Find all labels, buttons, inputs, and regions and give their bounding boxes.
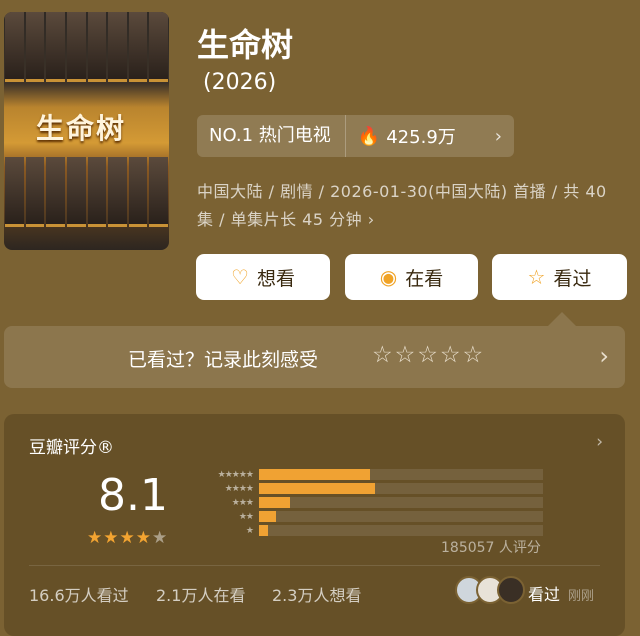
friend-avatars[interactable] — [455, 576, 525, 604]
chevron-right-icon: › — [599, 342, 609, 370]
want-count[interactable]: 2.3万人想看 — [272, 582, 361, 606]
heat-value: 425.9万 — [386, 127, 456, 148]
show-meta-text: 中国大陆 / 剧情 / 2026-01-30(中国大陆) 首播 / 共 40 集… — [197, 182, 607, 229]
rating-bar-label: ★★ — [238, 511, 254, 522]
rating-bar-row: ★★ — [191, 510, 543, 523]
heart-plus-icon: ♡ — [231, 265, 249, 289]
rating-bar-track — [259, 511, 543, 522]
show-title: 生命树 — [197, 26, 294, 64]
chevron-right-icon: › — [596, 432, 603, 452]
poster-title: 生命树 — [36, 112, 127, 145]
rating-bar-label: ★★★★ — [224, 483, 254, 494]
want-label: 想看 — [256, 267, 295, 290]
rating-bar-row: ★★★ — [191, 496, 543, 509]
star-empty-icon: ★ — [152, 528, 169, 548]
rating-bar-track — [259, 525, 543, 536]
divider — [29, 565, 600, 566]
rating-bar-label: ★★★ — [231, 497, 254, 508]
rate-prompt-text: 已看过？记录此刻感受 — [128, 349, 319, 371]
watching-count[interactable]: 2.1万人在看 — [156, 582, 245, 606]
rating-bar-row: ★★★★★ — [191, 468, 543, 481]
rating-bar-label: ★★★★★ — [217, 469, 254, 480]
rating-bar-track — [259, 497, 543, 508]
star-filled-icon: ★ — [135, 528, 152, 548]
chevron-right-icon: › — [494, 125, 502, 147]
star-outline-icon: ☆ — [527, 265, 546, 289]
rating-bar-row: ★ — [191, 524, 543, 537]
rating-bar-label: ★ — [245, 525, 254, 536]
rating-bar-fill — [259, 511, 277, 522]
watched-label: 看过 — [553, 267, 592, 290]
friends-time: 刚刚 — [568, 589, 595, 604]
poster-cast-bottom — [4, 157, 169, 227]
heat-indicator: 🔥 425.9万 — [346, 123, 456, 149]
show-year: (2026) — [203, 70, 277, 95]
rank-label: NO.1 热门电视 — [197, 115, 346, 157]
rating-panel[interactable]: 豆瓣评分® › 8.1 ★★★★★ ★★★★★ ★★★★ ★★★ ★★ ★ 185057… — [4, 414, 625, 636]
rating-bar-fill — [259, 483, 376, 494]
avatar — [497, 576, 525, 604]
ranking-banner[interactable]: NO.1 热门电视 🔥 425.9万 › — [197, 115, 514, 157]
rating-bar-track — [259, 483, 543, 494]
rating-panel-title: 豆瓣评分® — [29, 438, 114, 458]
watched-button[interactable]: ☆ 看过 — [492, 254, 627, 300]
want-button[interactable]: ♡ 想看 — [196, 254, 330, 300]
rating-bar-row: ★★★★ — [191, 482, 543, 495]
poster-image[interactable]: 生命树 — [4, 12, 169, 250]
star-filled-icon: ★ — [103, 528, 120, 548]
rating-bar-fill — [259, 497, 291, 508]
show-meta[interactable]: 中国大陆 / 剧情 / 2026-01-30(中国大陆) 首播 / 共 40 集… — [197, 178, 622, 234]
rating-stars-input[interactable]: ☆☆☆☆☆ — [372, 342, 485, 368]
star-filled-icon: ★ — [119, 528, 136, 548]
friends-activity[interactable]: 看过 刚刚 — [528, 581, 594, 605]
rating-score: 8.1 — [98, 470, 168, 521]
rating-bar-fill — [259, 469, 370, 480]
rating-distribution: ★★★★★ ★★★★ ★★★ ★★ ★ — [191, 468, 543, 538]
target-icon: ◉ — [379, 265, 398, 289]
star-filled-icon: ★ — [87, 528, 104, 548]
watching-label: 在看 — [405, 267, 444, 290]
flame-icon: 🔥 — [357, 125, 381, 147]
rating-bar-track — [259, 469, 543, 480]
watching-button[interactable]: ◉ 在看 — [345, 254, 478, 300]
poster-cast-top — [4, 12, 169, 82]
popover-caret — [548, 312, 576, 326]
rate-prompt-bar[interactable]: 已看过？记录此刻感受 ☆☆☆☆☆ › — [4, 326, 625, 388]
friends-status: 看过 — [528, 585, 561, 604]
rating-bar-fill — [259, 525, 268, 536]
rating-stars: ★★★★★ — [87, 528, 168, 548]
watched-count[interactable]: 16.6万人看过 — [29, 582, 129, 606]
chevron-right-icon: › — [367, 210, 375, 229]
rating-count: 185057 人评分 — [441, 540, 541, 556]
